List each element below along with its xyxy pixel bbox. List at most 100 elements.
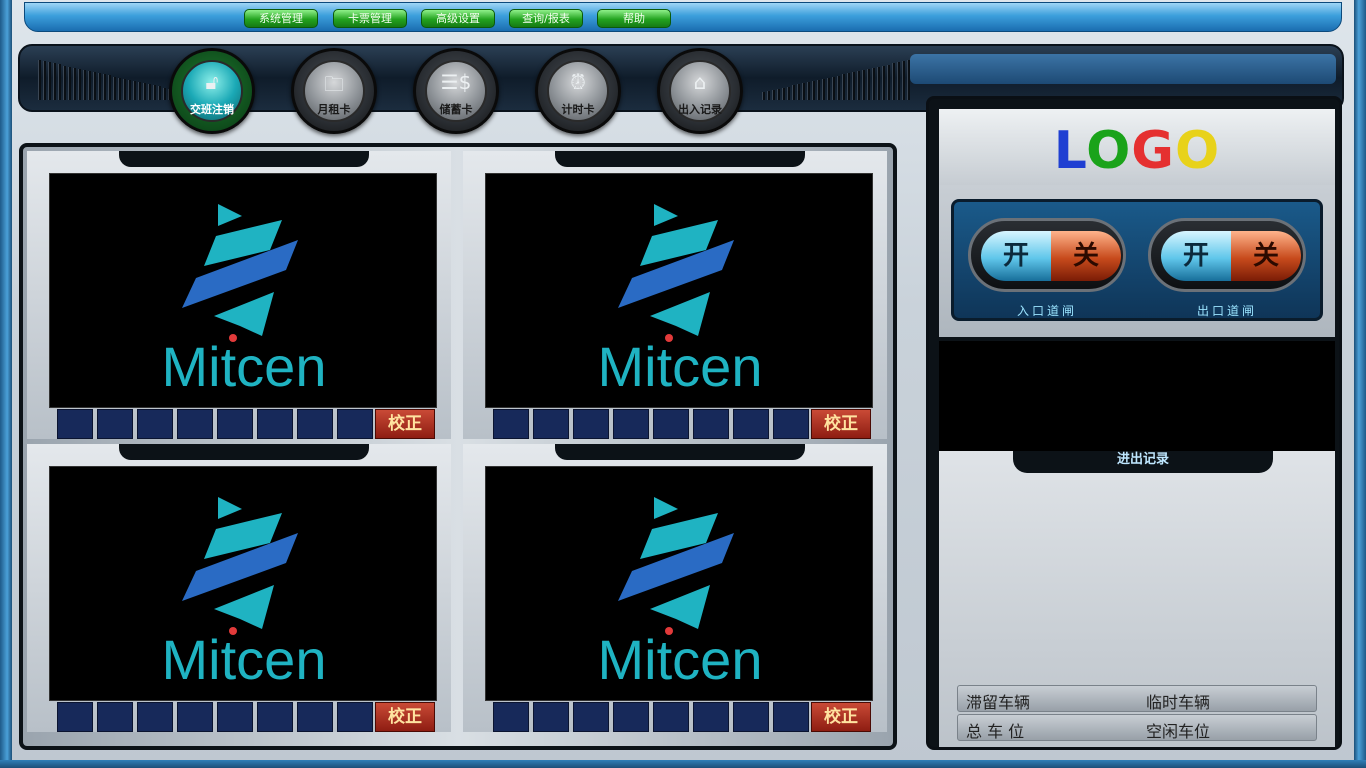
status-slot xyxy=(693,702,729,732)
menu-query-report[interactable]: 查询/报表 xyxy=(509,9,583,28)
nav-shift-logout-button[interactable]: 🔓︎ 交班注销 xyxy=(169,48,255,134)
nav-band-accent xyxy=(910,54,1336,84)
camera-view[interactable]: Mitcen xyxy=(49,466,437,701)
entry-gate-switch: 开 关 xyxy=(968,218,1126,292)
folder-icon: 🗀︎ xyxy=(324,72,344,96)
logo: LOGO xyxy=(939,121,1335,181)
status-slot xyxy=(733,702,769,732)
mitcen-logo: Mitcen xyxy=(162,497,327,691)
lock-icon: 🔓︎ xyxy=(205,70,219,94)
info-display xyxy=(939,341,1335,451)
camera-view[interactable]: Mitcen xyxy=(49,173,437,408)
brand-text: Mitcen xyxy=(162,628,327,691)
status-slot xyxy=(137,702,173,732)
status-slot xyxy=(493,702,529,732)
menu-advanced-settings[interactable]: 高级设置 xyxy=(421,9,495,28)
exit-gate-open-button[interactable]: 开 xyxy=(1161,231,1231,281)
brand-text: Mitcen xyxy=(598,335,763,398)
records-area: 进出记录 滞留车辆 临时车辆 总 车 位 空闲车位 xyxy=(939,451,1335,747)
status-slot xyxy=(493,409,529,439)
menu-card-manage[interactable]: 卡票管理 xyxy=(333,9,407,28)
nav-monthly-card-button[interactable]: 🗀︎ 月租卡 xyxy=(291,48,377,134)
status-slot xyxy=(653,409,689,439)
status-slot xyxy=(773,409,809,439)
status-slot xyxy=(773,702,809,732)
camera-view[interactable]: Mitcen xyxy=(485,466,873,701)
nav-button-core: 🔓︎ 交班注销 xyxy=(181,60,243,122)
status-slot xyxy=(97,702,133,732)
status-slot xyxy=(257,409,293,439)
volume-bars-right xyxy=(762,58,910,100)
total-spaces-label: 总 车 位 xyxy=(966,722,1025,741)
status-slot xyxy=(217,409,253,439)
status-slot xyxy=(177,702,213,732)
status-slot xyxy=(533,702,569,732)
status-slot xyxy=(57,702,93,732)
mitcen-logo: Mitcen xyxy=(598,204,763,398)
status-slot xyxy=(337,409,373,439)
nav-timed-card-button[interactable]: ⏰︎ 计时卡 xyxy=(535,48,621,134)
nav-button-label: 储蓄卡 xyxy=(439,103,473,116)
nav-button-core: 🗀︎ 月租卡 xyxy=(303,60,365,122)
window-frame-right xyxy=(1354,0,1366,768)
status-slot xyxy=(137,409,173,439)
camera-tab xyxy=(555,444,805,460)
status-slot xyxy=(297,702,333,732)
status-slot xyxy=(573,702,609,732)
status-slot xyxy=(693,409,729,439)
camera-tab xyxy=(119,444,369,460)
camera-cell: Mitcen 校正 xyxy=(27,444,451,732)
status-slot xyxy=(217,702,253,732)
camera-view[interactable]: Mitcen xyxy=(485,173,873,408)
house-icon: ⌂ xyxy=(693,70,707,94)
logo-letter: O xyxy=(1086,121,1132,181)
calibrate-button[interactable]: 校正 xyxy=(811,409,871,439)
money-card-icon: ☰$ xyxy=(440,70,472,94)
temporary-vehicles-label: 临时车辆 xyxy=(1146,693,1211,712)
window-frame-bottom xyxy=(0,760,1366,768)
nav-button-core: ⏰︎ 计时卡 xyxy=(547,60,609,122)
logo-area: LOGO xyxy=(939,109,1335,185)
nav-button-label: 月租卡 xyxy=(317,103,351,116)
status-slot xyxy=(533,409,569,439)
entry-gate-label: 入口道闸 xyxy=(1016,304,1077,318)
exit-gate-close-button[interactable]: 关 xyxy=(1231,231,1301,281)
mitcen-logo: Mitcen xyxy=(162,204,326,398)
stats-row-spaces: 总 车 位 空闲车位 xyxy=(957,714,1317,741)
calibrate-button[interactable]: 校正 xyxy=(811,702,871,732)
nav-button-core: ⌂ 出入记录 xyxy=(669,60,731,122)
entry-gate-open-button[interactable]: 开 xyxy=(981,231,1051,281)
window-frame-left xyxy=(0,0,12,768)
status-slot xyxy=(573,409,609,439)
parking-app-window: 系统管理 卡票管理 高级设置 查询/报表 帮助 🔓︎ 交班注销 🗀︎ 月租卡 ☰… xyxy=(0,0,1366,768)
nav-button-label: 出入记录 xyxy=(678,103,722,116)
status-slot xyxy=(297,409,333,439)
alarm-clock-icon: ⏰︎ xyxy=(570,70,586,94)
nav-in-out-records-button[interactable]: ⌂ 出入记录 xyxy=(657,48,743,134)
camera-cell: Mitcen 校正 xyxy=(463,151,887,439)
gate-control-area: 开 关 入口道闸 开 关 出口道闸 xyxy=(939,185,1335,337)
status-slot xyxy=(57,409,93,439)
status-slot xyxy=(97,409,133,439)
menu-system-manage[interactable]: 系统管理 xyxy=(244,9,318,28)
mitcen-logo: Mitcen xyxy=(598,497,762,691)
gate-control-panel: 开 关 入口道闸 开 关 出口道闸 xyxy=(951,199,1323,321)
camera-tab xyxy=(555,151,805,167)
calibrate-button[interactable]: 校正 xyxy=(375,702,435,732)
camera-cell: Mitcen 校正 xyxy=(27,151,451,439)
nav-stored-value-card-button[interactable]: ☰$ 储蓄卡 xyxy=(413,48,499,134)
status-slot xyxy=(337,702,373,732)
records-title: 进出记录 xyxy=(1013,451,1273,473)
calibrate-button[interactable]: 校正 xyxy=(375,409,435,439)
nav-button-label: 计时卡 xyxy=(561,103,595,116)
stranded-vehicles-label: 滞留车辆 xyxy=(966,693,1031,712)
volume-bars-left xyxy=(38,58,186,100)
camera-grid: Mitcen 校正 Mitcen 校正 Mitcen 校正 Mitcen 校正 xyxy=(19,143,897,750)
stats-row-vehicles: 滞留车辆 临时车辆 xyxy=(957,685,1317,712)
entry-gate-close-button[interactable]: 关 xyxy=(1051,231,1121,281)
menu-help[interactable]: 帮助 xyxy=(597,9,671,28)
menu-bar xyxy=(24,2,1342,32)
logo-letter: O xyxy=(1174,121,1221,181)
exit-gate-label: 出口道闸 xyxy=(1196,304,1257,318)
logo-letter: L xyxy=(1053,121,1087,181)
